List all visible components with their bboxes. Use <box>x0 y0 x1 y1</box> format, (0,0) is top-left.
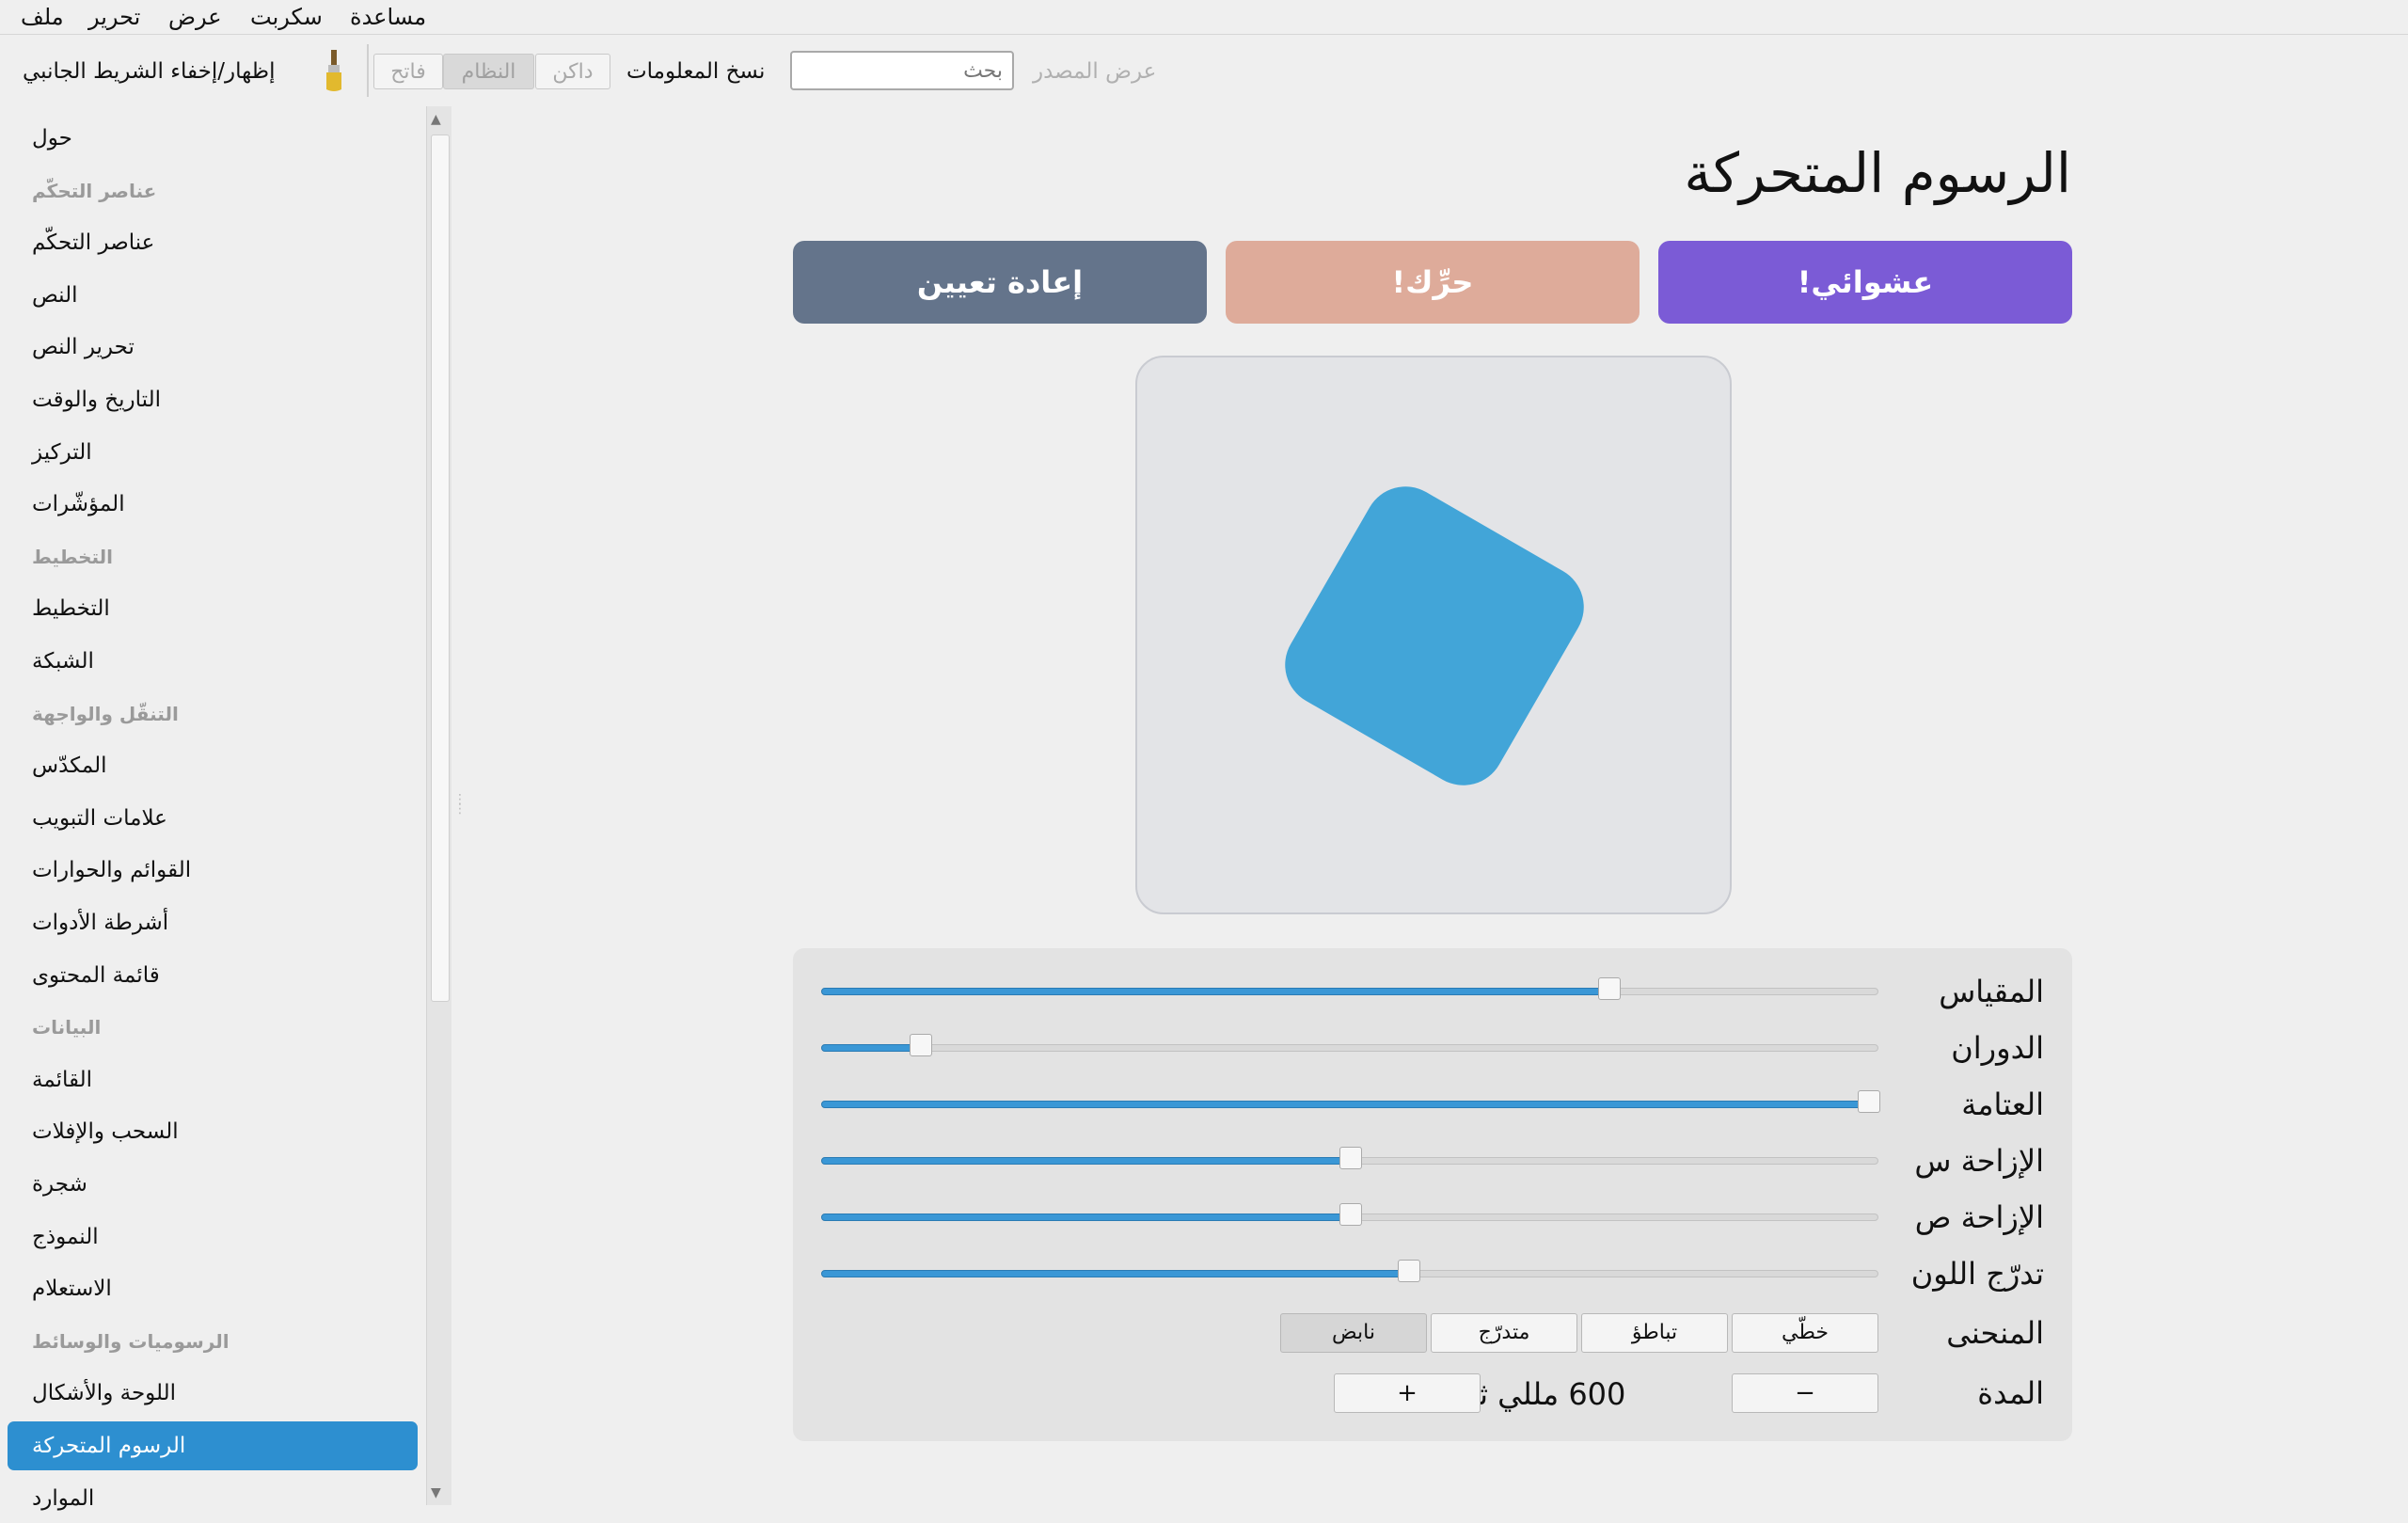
slider-track[interactable] <box>821 977 1878 1000</box>
sidebar-item[interactable]: أشرطة الأدوات <box>8 898 418 947</box>
slider-handle[interactable] <box>1339 1203 1362 1226</box>
slider-label: الدوران <box>1951 1030 2044 1066</box>
slider-track[interactable] <box>821 1147 1878 1169</box>
slider-label: تدرّج اللون <box>1910 1256 2044 1292</box>
view-source-button[interactable]: عرض المصدر <box>1033 56 1156 87</box>
random-button[interactable]: عشوائي! <box>1658 241 2072 324</box>
theme-light-button[interactable]: فاتح <box>373 54 443 89</box>
sidebar-item[interactable]: السحب والإفلات <box>8 1107 418 1156</box>
theme-dark-button[interactable]: داكن <box>535 54 610 89</box>
toolbar: إظهار/إخفاء الشريط الجانبي فاتح النظام د… <box>0 35 2408 110</box>
curve-bounce-button[interactable]: نابض <box>1280 1313 1427 1353</box>
slider-fill <box>821 1157 1350 1165</box>
paintbrush-icon[interactable] <box>320 48 348 95</box>
sidebar-item[interactable]: المكدّس <box>8 741 418 790</box>
controls-panel: المنحنى خطّي تباطؤ متدرّج نابض المدة − 6… <box>793 948 2072 1441</box>
menubar: ملف تحرير عرض سكربت مساعدة <box>0 0 2408 35</box>
slider-fill <box>821 1214 1350 1221</box>
slider-track[interactable] <box>821 1203 1878 1226</box>
theme-system-button[interactable]: النظام <box>443 54 534 89</box>
slider-track[interactable] <box>821 1090 1880 1113</box>
menu-file[interactable]: ملف <box>21 2 64 32</box>
slider-track[interactable] <box>821 1260 1878 1282</box>
slider-handle[interactable] <box>1598 977 1621 1000</box>
curve-linear-button[interactable]: خطّي <box>1732 1313 1878 1353</box>
sidebar-item[interactable]: اللوحة والأشكال <box>8 1369 418 1418</box>
slider-label: العتامة <box>1961 1087 2044 1122</box>
animate-button[interactable]: حرِّك! <box>1226 241 1640 324</box>
sidebar-item[interactable]: النموذج <box>8 1213 418 1261</box>
slider-label: الإزاحة س <box>1914 1143 2044 1179</box>
duration-decrease-button[interactable]: − <box>1732 1373 1878 1413</box>
menu-help[interactable]: مساعدة <box>350 2 426 32</box>
animated-shape <box>1285 486 1584 785</box>
page-title: الرسوم المتحركة <box>1684 141 2071 205</box>
menu-view[interactable]: عرض <box>168 2 222 32</box>
copy-info-button[interactable]: نسخ المعلومات <box>626 56 765 87</box>
scroll-down-arrow-icon[interactable]: ▼ <box>431 1485 441 1500</box>
slider-label: المقياس <box>1939 974 2044 1009</box>
toggle-sidebar-button[interactable]: إظهار/إخفاء الشريط الجانبي <box>23 56 275 87</box>
sidebar-item[interactable]: تحرير النص <box>8 323 418 372</box>
curve-ease-out-button[interactable]: تباطؤ <box>1581 1313 1728 1353</box>
sidebar-item[interactable]: قائمة المحتوى <box>8 951 418 1000</box>
sidebar-item[interactable]: شجرة <box>8 1160 418 1209</box>
sidebar-section-header: الرسوميات والوسائط <box>32 1330 230 1353</box>
sidebar-section-header: التنقّل والواجهة <box>32 703 179 725</box>
slider-fill <box>821 988 1608 995</box>
sidebar: حول عناصر التحكّم عناصر التحكّم النص تحرير ا… <box>0 110 425 1511</box>
duration-increase-button[interactable]: + <box>1334 1373 1481 1413</box>
animated-shape-canvas <box>1285 486 1584 785</box>
sidebar-item[interactable]: الاستعلام <box>8 1264 418 1313</box>
sidebar-item[interactable]: النص <box>8 271 418 320</box>
menu-edit[interactable]: تحرير <box>88 2 140 32</box>
sidebar-item[interactable]: عناصر التحكّم <box>8 218 418 267</box>
search-input[interactable] <box>790 51 1014 90</box>
animation-preview <box>1135 356 1732 914</box>
slider-fill <box>821 1044 920 1052</box>
toolbar-separator <box>367 44 369 97</box>
slider-track[interactable] <box>821 1034 1878 1056</box>
slider-handle[interactable] <box>910 1034 932 1056</box>
scroll-up-arrow-icon[interactable]: ▲ <box>431 112 441 127</box>
slider-handle[interactable] <box>1858 1090 1880 1113</box>
sidebar-scrollbar[interactable]: ▲ ▼ <box>426 106 452 1505</box>
splitter-handle[interactable]: ⋮ ⋮ <box>453 793 467 816</box>
slider-label: الإزاحة ص <box>1914 1199 2044 1235</box>
curve-ease-in-out-button[interactable]: متدرّج <box>1431 1313 1577 1353</box>
slider-handle[interactable] <box>1398 1260 1420 1282</box>
sidebar-item[interactable]: القوائم والحوارات <box>8 846 418 895</box>
sidebar-item[interactable]: الموارد <box>8 1474 418 1523</box>
sidebar-item[interactable]: علامات التبويب <box>8 794 418 843</box>
sidebar-section-header: البيانات <box>32 1016 102 1039</box>
slider-fill <box>821 1270 1408 1277</box>
sidebar-item[interactable]: الرسوم المتحركة <box>8 1421 418 1470</box>
sidebar-item[interactable]: التاريخ والوقت <box>8 375 418 424</box>
curve-label: المنحنى <box>1946 1315 2044 1351</box>
sidebar-item[interactable]: التركيز <box>8 428 418 477</box>
sidebar-item[interactable]: التخطيط <box>8 584 418 633</box>
reset-button[interactable]: إعادة تعيين <box>793 241 1207 324</box>
menu-script[interactable]: سكربت <box>250 2 323 32</box>
sidebar-item[interactable]: القائمة <box>8 1055 418 1104</box>
sidebar-item[interactable]: حول <box>8 114 418 163</box>
sidebar-section-header: التخطيط <box>32 546 114 568</box>
slider-fill <box>821 1101 1868 1108</box>
scrollbar-thumb[interactable] <box>431 135 450 1002</box>
slider-handle[interactable] <box>1339 1147 1362 1169</box>
duration-label: المدة <box>1977 1375 2044 1411</box>
sidebar-item[interactable]: الشبكة <box>8 637 418 686</box>
sidebar-item[interactable]: المؤشّرات <box>8 480 418 529</box>
sidebar-section-header: عناصر التحكّم <box>32 180 157 202</box>
